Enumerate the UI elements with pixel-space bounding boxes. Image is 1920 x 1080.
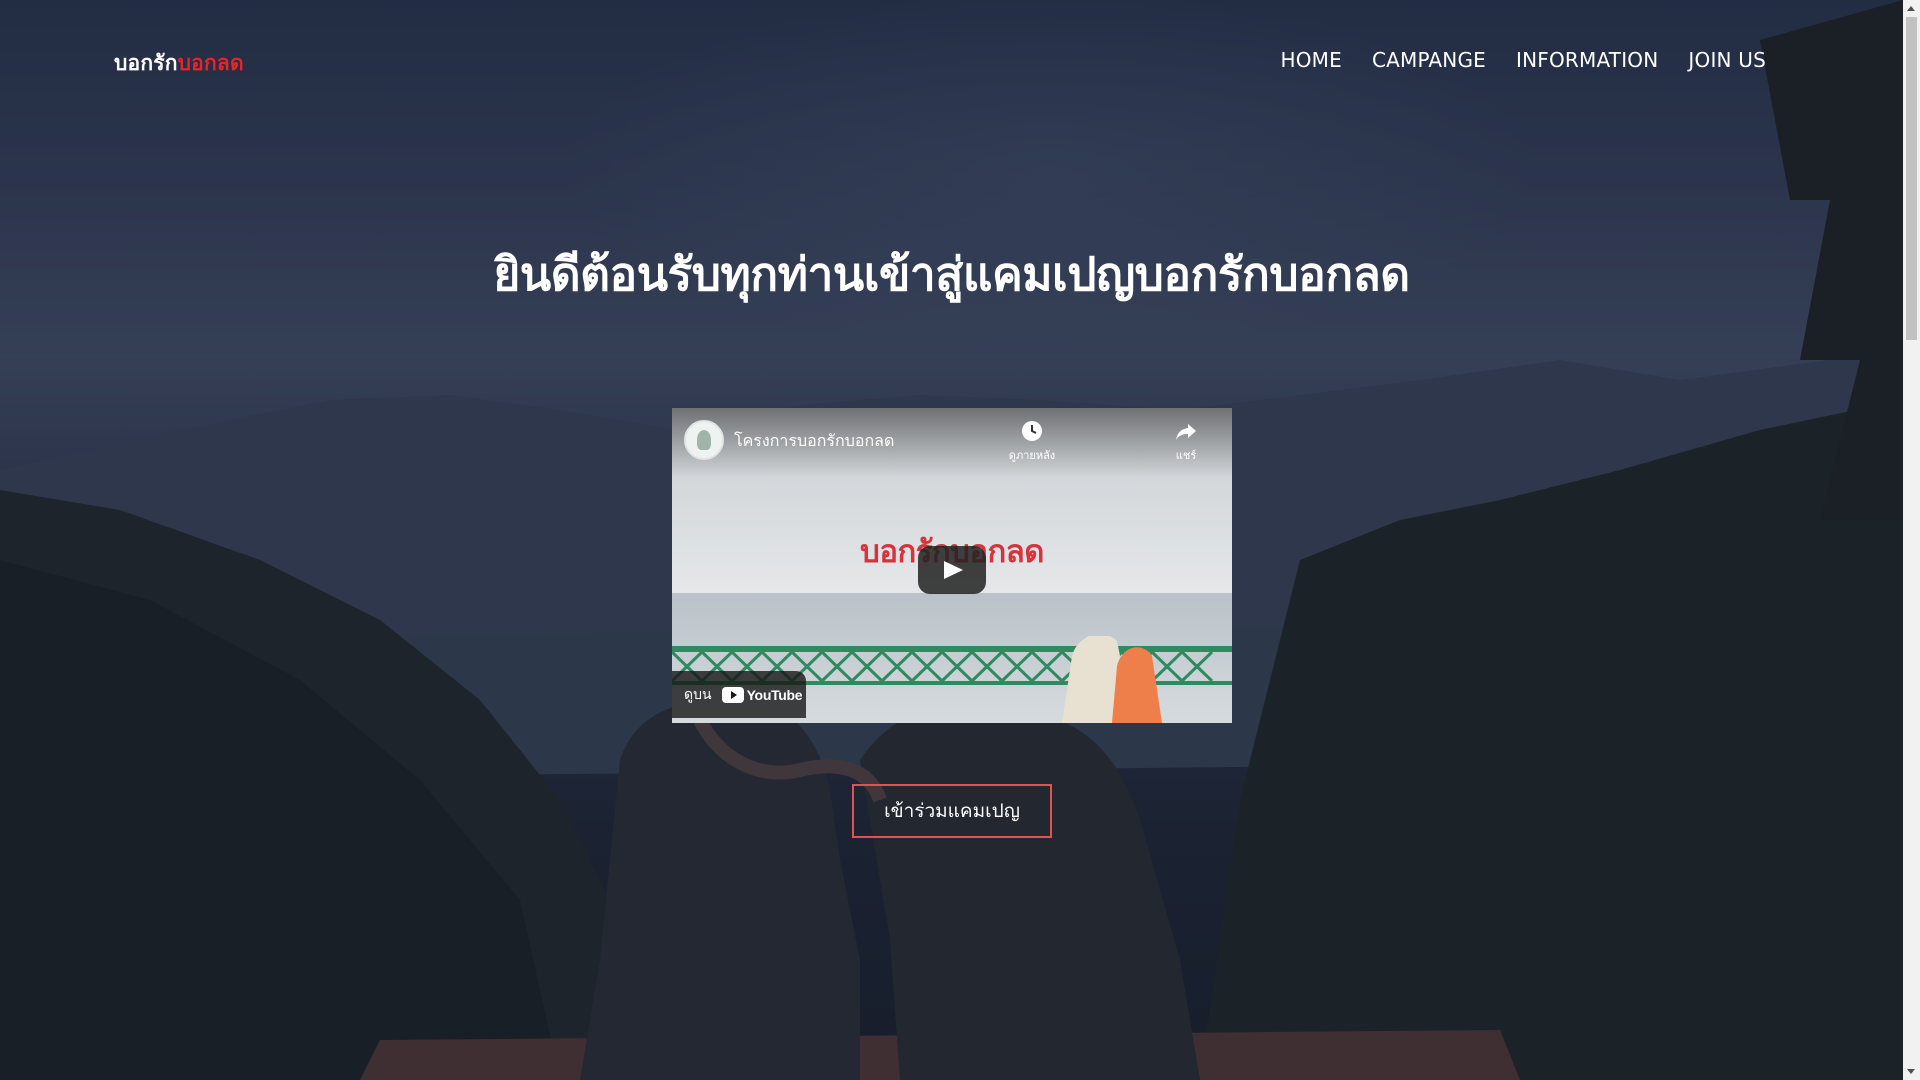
watch-on-youtube-button[interactable]: ดูบน YouTube bbox=[672, 671, 806, 718]
channel-avatar[interactable] bbox=[684, 420, 724, 460]
clock-icon bbox=[1022, 421, 1042, 441]
main-nav: HOME CAMPANGE INFORMATION JOIN US bbox=[1280, 48, 1766, 72]
nav-information-link[interactable]: INFORMATION bbox=[1516, 48, 1658, 72]
share-label: แชร์ bbox=[1175, 449, 1197, 462]
youtube-logo: YouTube bbox=[721, 686, 803, 703]
site-logo[interactable]: บอกรักบอกลด bbox=[114, 47, 244, 80]
hero-title: ยินดีต้อนรับทุกท่านเข้าสู่แคมเปญบอกรักบอ… bbox=[493, 247, 1410, 301]
page-scrollbar[interactable] bbox=[1903, 0, 1920, 1080]
join-campaign-button[interactable]: เข้าร่วมแคมเปญ bbox=[852, 784, 1052, 838]
nav-join-us-link[interactable]: JOIN US bbox=[1688, 48, 1766, 72]
logo-text-main: บอกรัก bbox=[114, 51, 178, 75]
nav-home-link[interactable]: HOME bbox=[1280, 48, 1341, 72]
watch-on-label: ดูบน bbox=[684, 686, 712, 703]
youtube-label: YouTube bbox=[746, 686, 803, 703]
hero-section: บอกรักบอกลด HOME CAMPANGE INFORMATION JO… bbox=[0, 0, 1903, 1080]
share-icon bbox=[1176, 424, 1196, 440]
watch-later-button[interactable]: ดูภายหลัง bbox=[1002, 420, 1062, 464]
share-button[interactable]: แชร์ bbox=[1156, 420, 1216, 464]
watch-later-label: ดูภายหลัง bbox=[1008, 449, 1056, 462]
play-button[interactable] bbox=[918, 546, 986, 594]
video-channel-title[interactable]: โครงการบอกรักบอกลด bbox=[734, 429, 894, 454]
scrollbar-thumb[interactable] bbox=[1906, 17, 1917, 340]
youtube-play-icon bbox=[721, 686, 744, 703]
nav-campange-link[interactable]: CAMPANGE bbox=[1372, 48, 1486, 72]
youtube-video-embed[interactable]: โครงการบอกรักบอกลด ดูภายหลัง แชร์ บอกรัก… bbox=[672, 408, 1232, 723]
scroll-down-arrow-icon[interactable] bbox=[1907, 1069, 1915, 1074]
logo-text-accent: บอกลด bbox=[177, 51, 244, 75]
scroll-up-arrow-icon[interactable] bbox=[1907, 6, 1915, 11]
